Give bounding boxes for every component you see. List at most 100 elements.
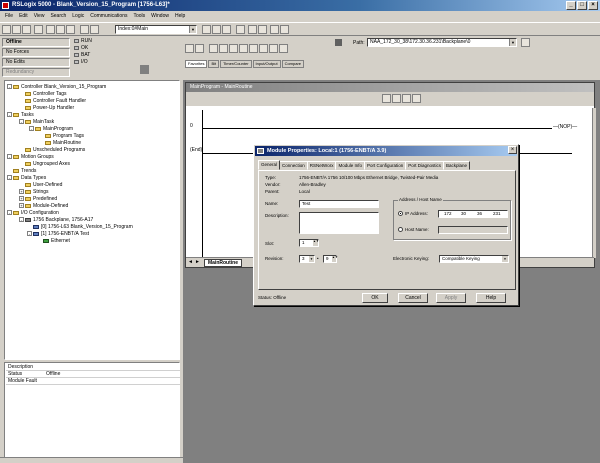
tree-tasks[interactable]: - Tasks [7, 112, 34, 118]
xio-icon[interactable] [219, 44, 228, 53]
tree-user-defined[interactable]: User-Defined [25, 182, 62, 188]
print-icon[interactable] [34, 25, 43, 34]
tree-slot1-enbt[interactable]: - [1] 1756-ENBT/A Test [27, 231, 89, 237]
minimize-button[interactable]: _ [566, 1, 576, 10]
vertical-scrollbar[interactable] [592, 108, 596, 258]
tree-controller[interactable]: - Controller Blank_Version_15_Program [7, 84, 106, 90]
tree-io-config[interactable]: - I/O Configuration [7, 210, 59, 216]
lock-icon[interactable] [140, 65, 149, 74]
osf-icon[interactable] [279, 44, 288, 53]
slot-spinner-icon[interactable]: ▲▼ [313, 240, 319, 246]
revision-major-select[interactable]: 3 ▼ [299, 255, 315, 263]
tab-port-diagnostics[interactable]: Port Diagnostics [405, 161, 445, 170]
tab-bit[interactable]: Bit [208, 60, 220, 68]
maximize-button[interactable]: □ [577, 1, 587, 10]
mode-status[interactable]: Offline [2, 38, 70, 47]
menu-window[interactable]: Window [148, 11, 172, 21]
tree-program-tags[interactable]: Program Tags [45, 133, 84, 139]
name-field[interactable]: Test [299, 200, 379, 208]
tree-module-defined[interactable]: + Module-Defined [19, 203, 68, 209]
browse-icon[interactable] [258, 25, 267, 34]
tab-port-configuration[interactable]: Port Configuration [363, 161, 407, 170]
revision-minor-field[interactable]: 9 ▲▼ [323, 255, 338, 263]
build-icon[interactable] [222, 25, 231, 34]
verify-all-icon[interactable] [212, 25, 221, 34]
rung-add-icon[interactable] [382, 94, 391, 103]
menu-search[interactable]: Search [47, 11, 69, 21]
copy-icon[interactable] [56, 25, 65, 34]
save-icon[interactable] [22, 25, 31, 34]
menu-communications[interactable]: Communications [87, 11, 130, 21]
tab-module-info[interactable]: Module Info [335, 161, 365, 170]
tree-data-types[interactable]: - Data Types [7, 175, 46, 181]
menu-tools[interactable]: Tools [130, 11, 148, 21]
description-field[interactable] [299, 212, 379, 234]
osr-icon[interactable] [269, 44, 278, 53]
open-icon[interactable] [12, 25, 21, 34]
tab-connection[interactable]: Connection [279, 161, 308, 170]
zoom-in-icon[interactable] [270, 25, 279, 34]
otl-icon[interactable] [239, 44, 248, 53]
tab-mainroutine[interactable]: MainRoutine [204, 259, 242, 267]
host-name-radio[interactable]: Host Name: [398, 227, 429, 233]
chevron-down-icon[interactable]: ▼ [189, 26, 196, 33]
dialog-close-button[interactable]: × [508, 146, 517, 154]
chevron-down-icon[interactable]: ▼ [309, 256, 314, 262]
tag-icon[interactable] [248, 25, 257, 34]
keying-select[interactable]: Compatible Keying ▼ [439, 255, 509, 263]
zoom-out-icon[interactable] [280, 25, 289, 34]
cross-ref-icon[interactable] [236, 25, 245, 34]
tab-scroll-right-icon[interactable]: ► [195, 259, 200, 265]
tab-compare[interactable]: Compare [281, 60, 305, 68]
menu-edit[interactable]: Edit [16, 11, 31, 21]
ote-icon[interactable] [229, 44, 238, 53]
tree-ethernet[interactable]: Ethernet [43, 238, 70, 244]
path-combo[interactable]: NAA_172_30_38\172.30.36.231\Backplane\0 … [367, 38, 517, 47]
tree-predefined[interactable]: + Predefined [19, 196, 57, 202]
apply-button[interactable]: Apply [436, 293, 466, 303]
rung-cancel-icon[interactable] [412, 94, 421, 103]
branch-icon[interactable] [195, 44, 204, 53]
ip-address-field[interactable]: 172 30 36 231 [438, 210, 508, 218]
tree-strings[interactable]: + Strings [19, 189, 49, 195]
tree-controller-tags[interactable]: Controller Tags [25, 91, 67, 97]
xic-icon[interactable] [209, 44, 218, 53]
menu-view[interactable]: View [31, 11, 48, 21]
close-button[interactable]: × [588, 1, 598, 10]
tab-favorites[interactable]: Favorites [185, 60, 208, 68]
paste-icon[interactable] [66, 25, 75, 34]
rung-icon[interactable] [185, 44, 194, 53]
tree-fault-handler[interactable]: Controller Fault Handler [25, 98, 86, 104]
redo-icon[interactable] [90, 25, 99, 34]
slot-field[interactable]: 1 ▲▼ [299, 239, 319, 247]
host-name-field[interactable] [438, 226, 508, 234]
tree-slot0-controller[interactable]: [0] 1756-L63 Blank_Version_15_Program [33, 224, 133, 230]
tree-mainprogram[interactable]: - MainProgram [29, 126, 73, 132]
rung-0-wire[interactable] [202, 128, 562, 129]
rung-edit-icon[interactable] [392, 94, 401, 103]
tree-unscheduled[interactable]: Unscheduled Programs [25, 147, 85, 153]
new-icon[interactable] [2, 25, 11, 34]
rung-accept-icon[interactable] [402, 94, 411, 103]
tree-motion-groups[interactable]: - Motion Groups [7, 154, 54, 160]
undo-icon[interactable] [80, 25, 89, 34]
tree-maintask[interactable]: - MainTask [19, 119, 54, 125]
help-button[interactable]: Help [476, 293, 506, 303]
tab-general[interactable]: General [258, 160, 281, 170]
ip-address-radio[interactable]: IP Address: [398, 211, 428, 217]
verify-icon[interactable] [202, 25, 211, 34]
routine-combo[interactable]: Index:0#Main ▼ [115, 25, 197, 34]
ons-icon[interactable] [259, 44, 268, 53]
tab-scroll-left-icon[interactable]: ◄ [188, 259, 193, 265]
tab-rsnetworx[interactable]: RSNetWorx [306, 161, 337, 170]
tab-input-output[interactable]: Input/Output [252, 60, 281, 68]
tree-mainroutine[interactable]: MainRoutine [45, 140, 81, 146]
set-path-icon[interactable] [521, 38, 530, 47]
cut-icon[interactable] [46, 25, 55, 34]
cancel-button[interactable]: Cancel [398, 293, 428, 303]
otu-icon[interactable] [249, 44, 258, 53]
chevron-down-icon[interactable]: ▼ [502, 256, 508, 262]
tree-backplane[interactable]: -1756 Backplane, 1756-A17 [19, 217, 93, 223]
menu-logic[interactable]: Logic [69, 11, 87, 21]
forces-status[interactable]: No Forces [2, 48, 70, 57]
